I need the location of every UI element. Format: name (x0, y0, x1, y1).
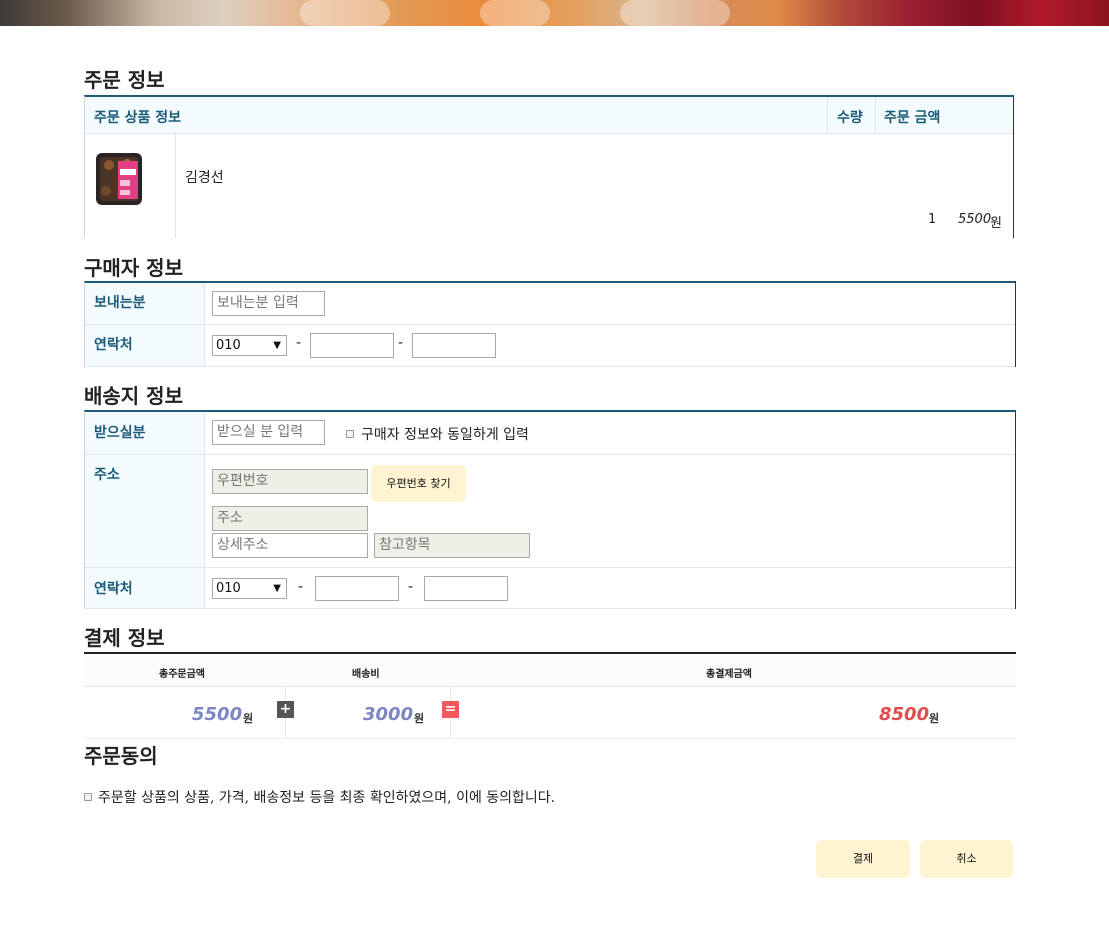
payment-values-row: 5500 원 + 3000 원 = 8500 원 (84, 687, 1016, 739)
buyer-phone-last-input[interactable] (412, 333, 496, 358)
detail-address-input[interactable]: 상세주소 (212, 533, 368, 558)
header-banner-image (0, 0, 1109, 26)
receiver-phone-middle-input[interactable] (315, 576, 399, 601)
header-amount: 주문 금액 (884, 110, 941, 126)
address-input[interactable]: 주소 (212, 506, 368, 531)
plus-icon: + (277, 701, 294, 718)
receiver-contact-label: 연락처 (94, 581, 133, 597)
header-product: 주문 상품 정보 (94, 110, 182, 126)
dash: - (408, 579, 414, 595)
shipping-fee-amount: 3000 (363, 704, 414, 725)
dash: - (298, 579, 304, 595)
shipping-info-table: 받으실분 받으실 분 입력 구매자 정보와 동일하게 입력 주소 우편번호 우편… (84, 410, 1016, 609)
same-as-buyer-checkbox[interactable] (346, 430, 354, 438)
buyer-phone-prefix-select[interactable]: 010 ▼ (212, 335, 287, 356)
buyer-info-title: 구매자 정보 (84, 256, 183, 280)
address-cell: 우편번호 우편번호 찾기 주소 상세주소 참고항목 (205, 455, 1015, 568)
payment-info-table: 총주문금액 배송비 총결제금액 5500 원 + 3000 원 = 8500 원 (84, 652, 1016, 739)
sender-input-cell: 보내는분 입력 (205, 283, 1015, 325)
receiver-label: 받으실분 (94, 425, 146, 441)
address-label-cell: 주소 (85, 455, 205, 568)
order-item-price-unit: 원 (990, 216, 1002, 231)
payment-header-row: 총주문금액 배송비 총결제금액 (84, 654, 1016, 687)
order-info-table: 주문 상품 정보 수량 주문 금액 김경선 1 5500 원 (84, 95, 1014, 238)
agreement-title: 주문동의 (84, 744, 158, 768)
zipcode-input[interactable]: 우편번호 (212, 469, 368, 494)
dash: - (398, 335, 404, 351)
food-box-image (96, 153, 142, 205)
receiver-input[interactable]: 받으실 분 입력 (212, 420, 325, 445)
header-qty: 수량 (837, 110, 863, 126)
buyer-phone-middle-input[interactable] (310, 333, 394, 358)
receiver-label-cell: 받으실분 (85, 412, 205, 455)
buyer-contact-cell: 010 ▼ - - (205, 325, 1015, 367)
receiver-phone-last-input[interactable] (424, 576, 508, 601)
header-total-order: 총주문금액 (159, 669, 205, 680)
same-as-buyer-label: 구매자 정보와 동일하게 입력 (361, 427, 529, 443)
order-item-price: 5500 (958, 212, 992, 227)
equals-icon: = (442, 701, 459, 718)
pay-button[interactable]: 결제 (816, 840, 910, 878)
header-total-payment: 총결제금액 (706, 669, 752, 680)
chevron-down-icon: ▼ (273, 340, 281, 351)
chevron-down-icon: ▼ (273, 583, 281, 594)
total-order-amount: 5500 (192, 704, 243, 725)
total-payment-amount: 8500 (879, 704, 930, 725)
shipping-fee-unit: 원 (414, 712, 425, 725)
header-shipping-fee: 배송비 (352, 669, 380, 680)
reference-input[interactable]: 참고항목 (374, 533, 530, 558)
order-item-name: 김경선 (185, 170, 224, 186)
find-zipcode-button[interactable]: 우편번호 찾기 (371, 465, 466, 502)
payment-info-title: 결제 정보 (84, 626, 165, 650)
receiver-input-cell: 받으실 분 입력 구매자 정보와 동일하게 입력 (205, 412, 1015, 455)
shipping-info-title: 배송지 정보 (84, 384, 183, 408)
cancel-button[interactable]: 취소 (920, 840, 1013, 878)
buyer-contact-label: 연락처 (94, 337, 133, 353)
buyer-contact-label-cell: 연락처 (85, 325, 205, 367)
sender-input[interactable]: 보내는분 입력 (212, 291, 325, 316)
buyer-info-table: 보내는분 보내는분 입력 연락처 010 ▼ - - (84, 281, 1016, 367)
order-table-header-row: 주문 상품 정보 수량 주문 금액 (85, 97, 1013, 134)
total-payment-unit: 원 (929, 712, 940, 725)
dash: - (296, 335, 302, 351)
receiver-contact-cell: 010 ▼ - - (205, 568, 1015, 609)
agreement-checkbox[interactable] (84, 793, 92, 801)
receiver-phone-prefix-select[interactable]: 010 ▼ (212, 578, 287, 599)
order-item-qty: 1 (928, 212, 937, 227)
address-label: 주소 (94, 467, 120, 483)
sender-label-cell: 보내는분 (85, 283, 205, 325)
order-item-row: 김경선 1 5500 원 (85, 134, 1013, 238)
total-order-unit: 원 (243, 712, 254, 725)
receiver-contact-label-cell: 연락처 (85, 568, 205, 609)
sender-label: 보내는분 (94, 295, 146, 311)
order-info-title: 주문 정보 (84, 68, 165, 92)
agreement-text: 주문할 상품의 상품, 가격, 배송정보 등을 최종 확인하였으며, 이에 동의… (98, 790, 556, 806)
